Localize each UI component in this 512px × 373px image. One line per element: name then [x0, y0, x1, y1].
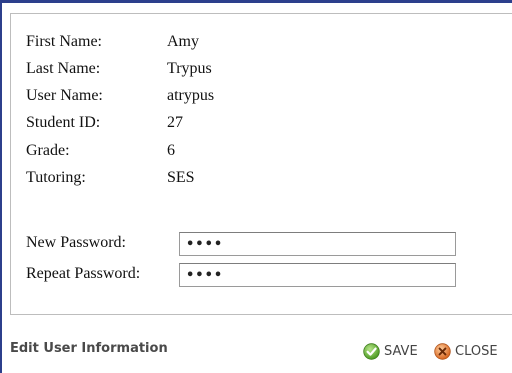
grade-value: 6	[167, 142, 175, 159]
close-icon	[434, 342, 451, 360]
save-label: SAVE	[384, 343, 418, 359]
checkmark-icon	[363, 342, 380, 360]
footer-title: Edit User Information	[10, 341, 168, 356]
last-name-label: Last Name:	[26, 60, 101, 77]
frame-top-border	[0, 0, 512, 3]
close-label: CLOSE	[455, 343, 498, 359]
new-password-field[interactable]	[179, 232, 456, 256]
student-id-value: 27	[167, 114, 183, 131]
frame-left-border	[0, 0, 2, 373]
repeat-password-field[interactable]	[179, 263, 456, 287]
last-name-value: Trypus	[167, 60, 212, 77]
repeat-password-label: Repeat Password:	[26, 265, 141, 282]
first-name-value: Amy	[167, 33, 199, 50]
user-name-label: User Name:	[26, 87, 103, 104]
save-button[interactable]: SAVE	[363, 341, 418, 361]
tutoring-value: SES	[167, 169, 195, 186]
close-button[interactable]: CLOSE	[434, 341, 498, 361]
first-name-label: First Name:	[26, 33, 102, 50]
user-name-value: atrypus	[167, 87, 215, 104]
student-id-label: Student ID:	[26, 114, 101, 131]
grade-label: Grade:	[26, 142, 70, 159]
tutoring-label: Tutoring:	[26, 169, 86, 186]
new-password-label: New Password:	[26, 234, 126, 251]
